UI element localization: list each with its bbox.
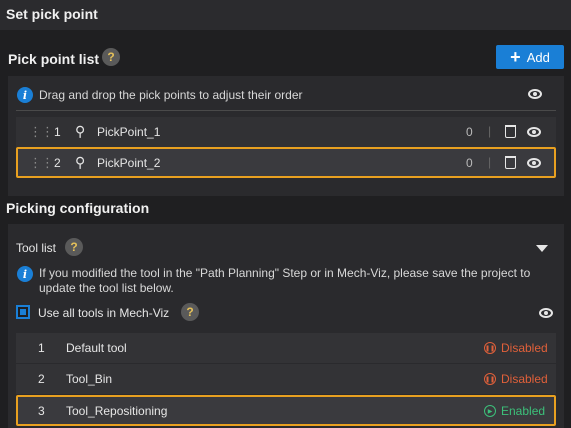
pick-point-row[interactable]: ⋮⋮ 1 ⚲ PickPoint_1 0 | xyxy=(16,117,556,147)
drag-handle-icon[interactable]: ⋮⋮ xyxy=(29,124,54,140)
page-title: Set pick point xyxy=(6,6,98,22)
tool-notice-line1: If you modified the tool in the "Path Pl… xyxy=(39,266,531,280)
tool-status: ❚❚ Disabled xyxy=(484,372,548,386)
collapse-caret-icon[interactable] xyxy=(536,245,548,252)
pick-point-row[interactable]: ⋮⋮ 2 ⚲ PickPoint_2 0 | xyxy=(16,147,556,178)
use-all-tools-checkbox[interactable] xyxy=(16,305,30,319)
add-pick-point-button[interactable]: + Add xyxy=(496,45,564,69)
pick-point-icon: ⚲ xyxy=(75,154,86,170)
tool-name: Tool_Repositioning xyxy=(66,404,168,418)
tool-index: 2 xyxy=(38,372,45,386)
pick-point-name: PickPoint_1 xyxy=(97,125,161,139)
use-all-tools-label: Use all tools in Mech-Viz xyxy=(38,306,170,320)
trash-icon[interactable] xyxy=(505,156,516,169)
tool-status-label: Disabled xyxy=(501,341,548,355)
pick-point-list-heading: Pick point list xyxy=(8,51,100,67)
pick-point-count: 0 xyxy=(466,125,473,139)
disabled-icon: ❚❚ xyxy=(484,342,496,354)
eye-icon[interactable] xyxy=(539,308,553,318)
pick-point-count: 0 xyxy=(466,156,473,170)
add-button-label: Add xyxy=(526,49,550,65)
eye-icon[interactable] xyxy=(527,127,541,137)
pick-point-index: 1 xyxy=(54,125,61,139)
separator: | xyxy=(488,155,492,169)
tool-row[interactable]: 3 Tool_Repositioning ▶ Enabled xyxy=(16,395,556,426)
pick-point-icon: ⚲ xyxy=(75,123,86,139)
drag-handle-icon[interactable]: ⋮⋮ xyxy=(29,155,54,171)
info-icon: i xyxy=(17,266,33,282)
trash-icon[interactable] xyxy=(505,125,516,138)
tool-index: 1 xyxy=(38,341,45,355)
pick-point-index: 2 xyxy=(54,156,61,170)
separator: | xyxy=(488,124,492,138)
tool-index: 3 xyxy=(38,404,45,418)
tool-notice-line2: update the tool list below. xyxy=(39,281,174,295)
tool-list-label: Tool list xyxy=(16,241,57,255)
tool-name: Tool_Bin xyxy=(66,372,113,386)
info-icon: i xyxy=(17,87,33,103)
divider xyxy=(16,110,556,111)
plus-icon: + xyxy=(510,47,521,67)
play-icon: ▶ xyxy=(484,405,496,417)
tool-row[interactable]: 1 Default tool ❚❚ Disabled xyxy=(16,333,556,363)
tool-status-label: Enabled xyxy=(501,404,546,418)
eye-icon[interactable] xyxy=(528,89,542,99)
tool-status: ❚❚ Disabled xyxy=(484,341,548,355)
help-icon[interactable]: ? xyxy=(181,303,199,321)
pick-point-name: PickPoint_2 xyxy=(97,156,161,170)
tool-name: Default tool xyxy=(66,341,127,355)
disabled-icon: ❚❚ xyxy=(484,373,496,385)
eye-icon[interactable] xyxy=(527,158,541,168)
drag-hint: Drag and drop the pick points to adjust … xyxy=(39,88,303,102)
picking-configuration-heading: Picking configuration xyxy=(6,200,150,216)
help-icon[interactable]: ? xyxy=(102,48,120,66)
help-icon[interactable]: ? xyxy=(65,238,83,256)
tool-status: ▶ Enabled xyxy=(484,404,545,418)
tool-status-label: Disabled xyxy=(501,372,548,386)
tool-row[interactable]: 2 Tool_Bin ❚❚ Disabled xyxy=(16,364,556,394)
